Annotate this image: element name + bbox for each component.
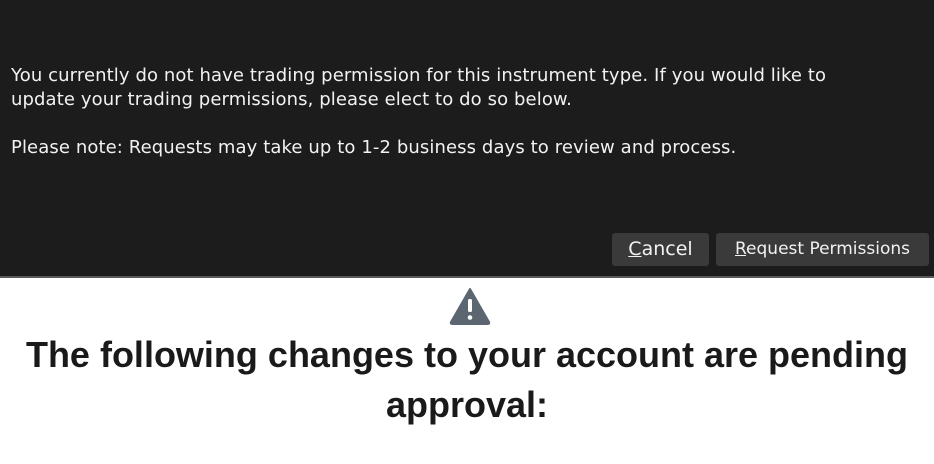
request-label-rest: equest Permissions — [746, 239, 911, 259]
cancel-button[interactable]: Cancel — [612, 233, 709, 266]
warning-triangle-icon — [449, 288, 491, 325]
request-mnemonic: R — [734, 239, 747, 259]
dialog-divider — [0, 276, 934, 278]
permission-dialog: You currently do not have trading permis… — [0, 0, 934, 276]
cancel-label-rest: ancel — [641, 238, 693, 260]
request-permissions-button[interactable]: Request Permissions — [716, 233, 929, 266]
cancel-mnemonic: C — [628, 238, 642, 260]
pending-approval-heading: The following changes to your account ar… — [25, 334, 909, 425]
processing-note: Please note: Requests may take up to 1-2… — [11, 137, 737, 158]
permission-message: You currently do not have trading permis… — [11, 65, 827, 110]
